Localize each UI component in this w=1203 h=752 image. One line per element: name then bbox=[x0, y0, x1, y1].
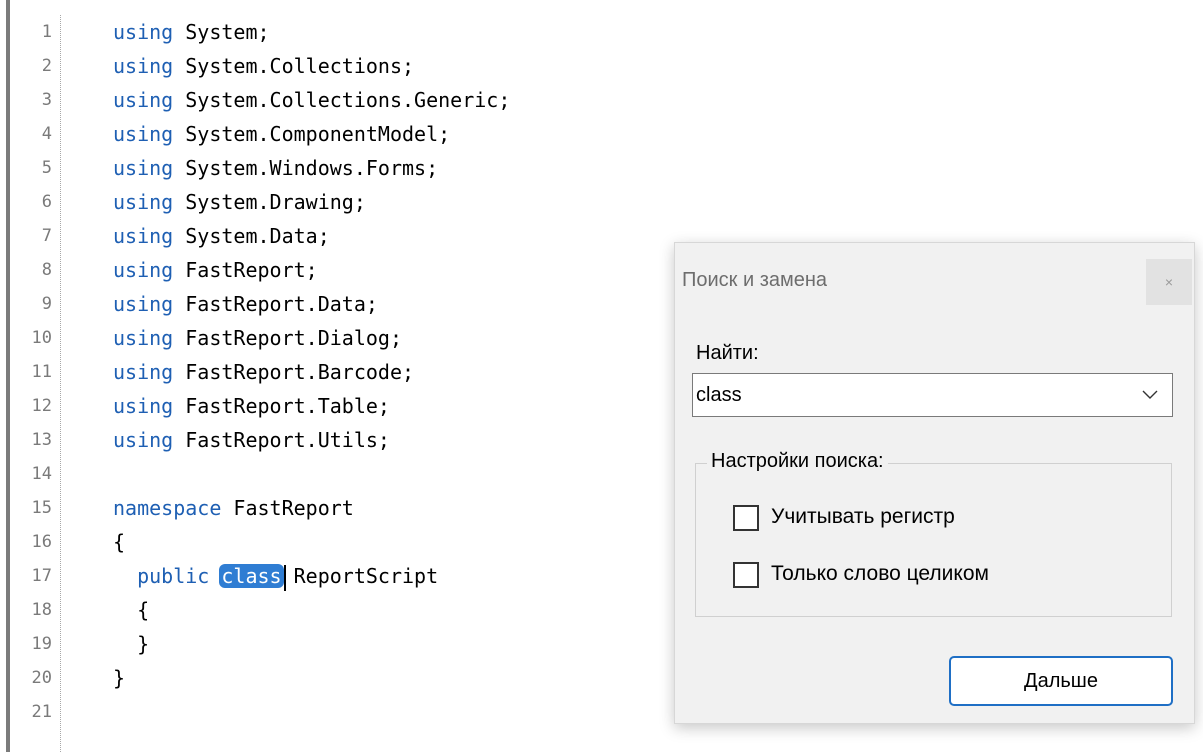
search-options-title: Настройки поиска: bbox=[707, 450, 888, 473]
code-line[interactable]: using FastReport.Data; bbox=[113, 287, 378, 321]
code-text: System.Collections; bbox=[173, 54, 415, 78]
code-line[interactable]: using FastReport.Dialog; bbox=[113, 321, 402, 355]
code-line[interactable]: using System.Data; bbox=[113, 219, 330, 253]
line-number: 12 bbox=[31, 396, 52, 416]
line-number: 5 bbox=[41, 158, 52, 178]
dialog-title: Поиск и замена bbox=[682, 269, 828, 291]
search-options-group: Настройки поиска: Учитывать регистр Толь… bbox=[695, 450, 1172, 617]
code-line[interactable]: using FastReport.Utils; bbox=[113, 423, 390, 457]
match-case-label[interactable]: Учитывать регистр bbox=[771, 505, 955, 529]
search-match-highlight: class bbox=[219, 564, 284, 588]
find-combobox[interactable]: class bbox=[692, 373, 1173, 417]
code-line[interactable]: { bbox=[113, 525, 125, 559]
code-line[interactable]: using FastReport.Barcode; bbox=[113, 355, 414, 389]
code-line[interactable]: using FastReport.Table; bbox=[113, 389, 390, 423]
find-next-button[interactable]: Дальше bbox=[949, 656, 1173, 706]
close-icon: × bbox=[1164, 274, 1174, 290]
line-number: 21 bbox=[31, 702, 52, 722]
line-number: 14 bbox=[31, 464, 52, 484]
code-text: ReportScript bbox=[281, 564, 439, 588]
keyword: using bbox=[113, 54, 174, 78]
code-line[interactable]: using FastReport; bbox=[113, 253, 318, 287]
checkbox-box[interactable] bbox=[733, 562, 759, 588]
code-text: FastReport.Utils; bbox=[173, 428, 390, 452]
code-line[interactable]: } bbox=[113, 627, 149, 661]
keyword: using bbox=[113, 360, 174, 384]
keyword: using bbox=[113, 156, 174, 180]
keyword: using bbox=[113, 122, 174, 146]
code-line[interactable]: namespace FastReport bbox=[113, 491, 354, 525]
keyword: using bbox=[113, 88, 174, 112]
find-label: Найти: bbox=[696, 342, 759, 364]
code-text: { bbox=[113, 530, 126, 554]
keyword: using bbox=[113, 20, 174, 44]
line-number: 9 bbox=[41, 294, 52, 314]
keyword: using bbox=[113, 326, 174, 350]
keyword: using bbox=[113, 224, 174, 248]
code-line[interactable]: { bbox=[113, 593, 149, 627]
find-replace-dialog: Поиск и замена × Найти: class Настройки … bbox=[674, 242, 1195, 724]
keyword: namespace bbox=[113, 496, 222, 520]
keyword: using bbox=[113, 428, 174, 452]
line-number-gutter: 1 2 3 4 5 6 7 8 9 10 11 12 13 14 15 16 17 18 19 20 21 bbox=[10, 15, 61, 752]
line-number: 18 bbox=[31, 600, 52, 620]
keyword: using bbox=[113, 394, 174, 418]
code-text: } bbox=[113, 632, 150, 656]
find-input-value[interactable]: class bbox=[696, 384, 742, 407]
code-text: System.Collections.Generic; bbox=[173, 88, 511, 112]
code-text: FastReport.Barcode; bbox=[173, 360, 415, 384]
line-number: 15 bbox=[31, 498, 52, 518]
line-number: 7 bbox=[41, 226, 52, 246]
code-line[interactable]: public class ReportScript bbox=[113, 559, 438, 593]
code-text: System.Windows.Forms; bbox=[173, 156, 439, 180]
code-text: } bbox=[113, 666, 126, 690]
code-text: FastReport; bbox=[173, 258, 318, 282]
chevron-down-icon[interactable] bbox=[1140, 384, 1160, 404]
line-number: 10 bbox=[31, 328, 52, 348]
code-text: FastReport bbox=[221, 496, 354, 520]
line-number: 20 bbox=[31, 668, 52, 688]
code-line[interactable]: using System.Windows.Forms; bbox=[113, 151, 438, 185]
code-line[interactable]: using System; bbox=[113, 15, 270, 49]
keyword: using bbox=[113, 258, 174, 282]
code-text: { bbox=[113, 598, 150, 622]
code-line[interactable]: using System.Drawing; bbox=[113, 185, 366, 219]
window-edge bbox=[0, 0, 10, 752]
code-text: FastReport.Data; bbox=[173, 292, 378, 316]
line-number: 16 bbox=[31, 532, 52, 552]
code-text: System.Data; bbox=[173, 224, 330, 248]
code-line[interactable]: using System.ComponentModel; bbox=[113, 117, 450, 151]
code-text: System.Drawing; bbox=[173, 190, 366, 214]
line-number: 4 bbox=[41, 124, 52, 144]
keyword: using bbox=[113, 190, 174, 214]
code-line[interactable]: } bbox=[113, 661, 125, 695]
line-number: 11 bbox=[31, 362, 52, 382]
checkbox-box[interactable] bbox=[733, 505, 759, 531]
line-number: 17 bbox=[31, 566, 52, 586]
code-line[interactable]: using System.Collections; bbox=[113, 49, 414, 83]
keyword: public bbox=[113, 564, 210, 588]
line-number: 8 bbox=[41, 260, 52, 280]
code-line[interactable]: using System.Collections.Generic; bbox=[113, 83, 510, 117]
keyword: using bbox=[113, 292, 174, 316]
line-number: 1 bbox=[41, 22, 52, 42]
line-number: 6 bbox=[41, 192, 52, 212]
line-number: 2 bbox=[41, 56, 52, 76]
code-text: FastReport.Dialog; bbox=[173, 326, 402, 350]
code-text: System.ComponentModel; bbox=[173, 122, 451, 146]
whole-word-label[interactable]: Только слово целиком bbox=[771, 562, 989, 586]
code-text: System; bbox=[173, 20, 270, 44]
line-number: 19 bbox=[31, 634, 52, 654]
line-number: 3 bbox=[41, 90, 52, 110]
code-text: FastReport.Table; bbox=[173, 394, 390, 418]
line-number: 13 bbox=[31, 430, 52, 450]
close-button[interactable]: × bbox=[1146, 259, 1192, 305]
